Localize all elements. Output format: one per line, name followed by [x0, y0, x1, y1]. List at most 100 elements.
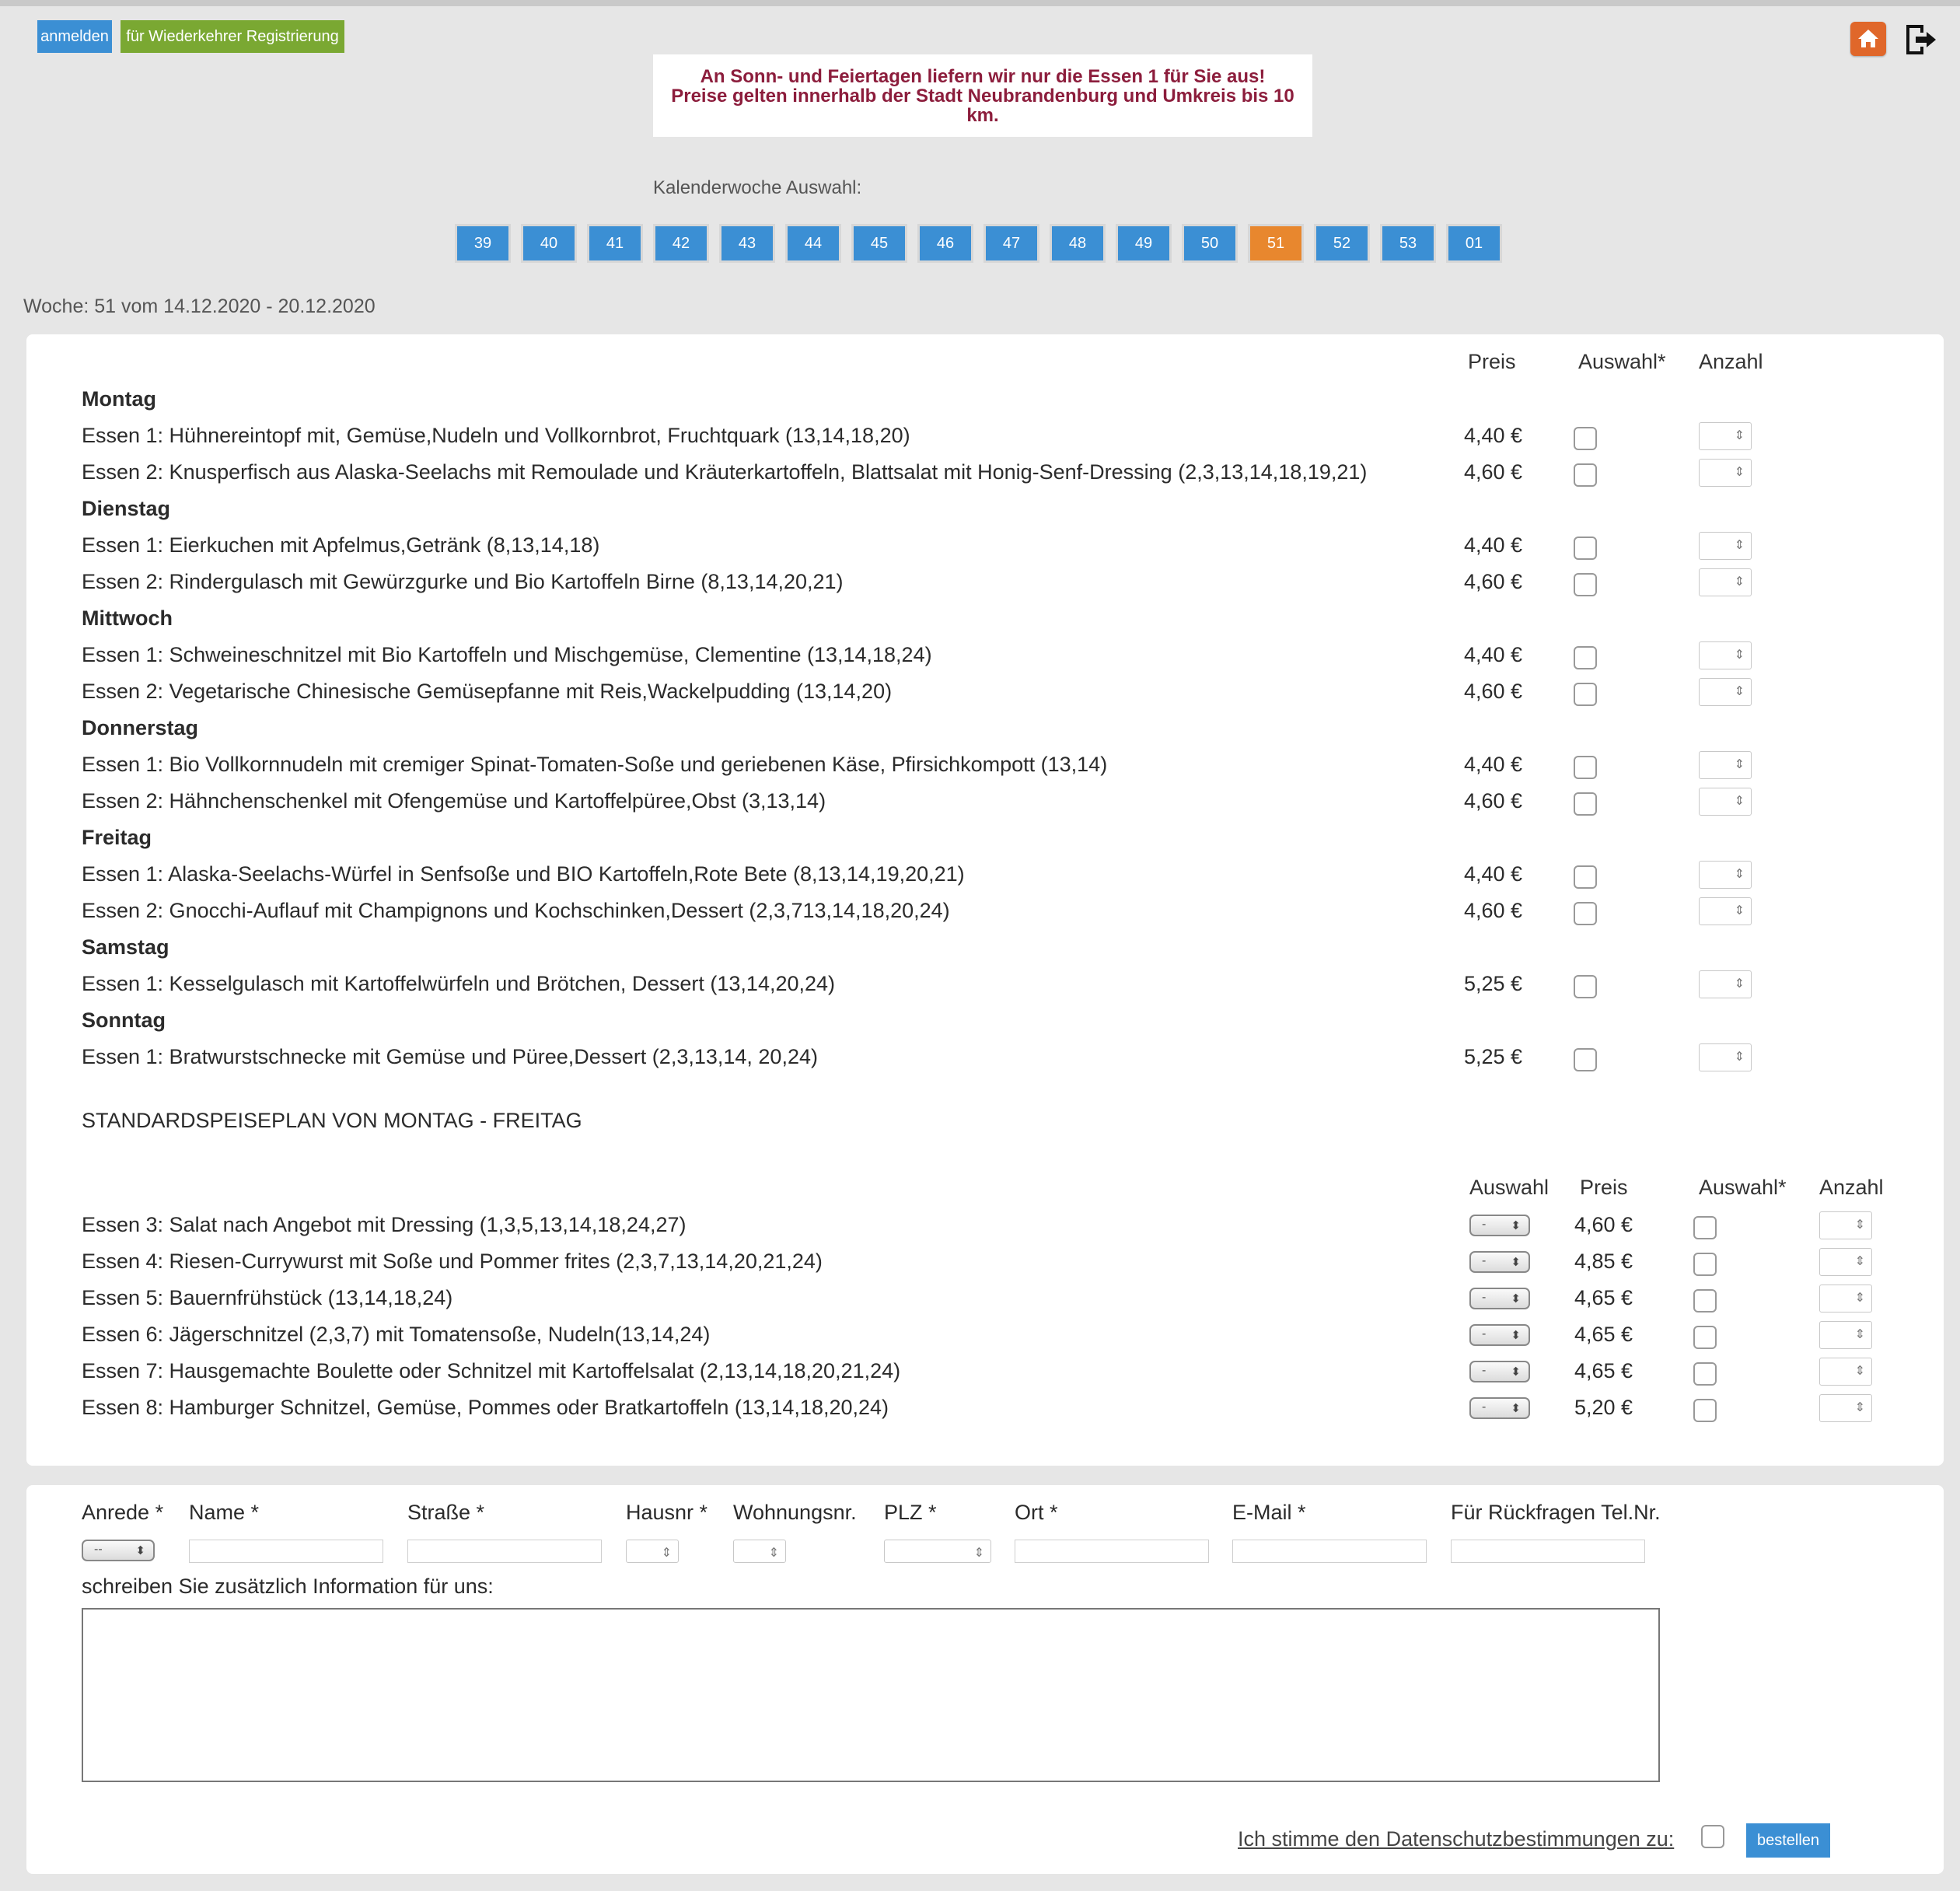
- tel-field[interactable]: [1451, 1540, 1645, 1563]
- standard-meal-description: Essen 7: Hausgemachte Boulette oder Schn…: [82, 1359, 901, 1382]
- week-button-51[interactable]: 51: [1250, 226, 1301, 260]
- ort-label: Ort *: [1015, 1501, 1058, 1524]
- meal-select-checkbox[interactable]: [1574, 902, 1597, 925]
- info-textarea[interactable]: [82, 1608, 1660, 1782]
- day-heading: Samstag: [82, 935, 169, 959]
- hausnr-field[interactable]: [626, 1540, 679, 1563]
- meal-quantity-stepper[interactable]: [1699, 422, 1752, 450]
- meal-description: Essen 2: Gnocchi-Auflauf mit Champignons…: [82, 899, 950, 922]
- standard-meal-price: 4,65 €: [1574, 1286, 1633, 1309]
- meal-price: 4,60 €: [1464, 680, 1523, 703]
- meal-description: Essen 1: Schweineschnitzel mit Bio Karto…: [82, 643, 932, 666]
- anrede-select[interactable]: --: [82, 1540, 155, 1561]
- standard-meal-quantity-stepper[interactable]: [1819, 1358, 1872, 1386]
- home-icon[interactable]: [1850, 22, 1886, 56]
- standard-meal-checkbox[interactable]: [1693, 1362, 1717, 1386]
- meal-price: 4,60 €: [1464, 899, 1523, 922]
- privacy-link[interactable]: Ich stimme den Datenschutzbestimmungen z…: [1238, 1827, 1674, 1851]
- week-button-50[interactable]: 50: [1184, 226, 1235, 260]
- week-button-41[interactable]: 41: [589, 226, 641, 260]
- week-button-52[interactable]: 52: [1316, 226, 1368, 260]
- week-button-44[interactable]: 44: [788, 226, 839, 260]
- name-field[interactable]: [189, 1540, 383, 1563]
- week-button-39[interactable]: 39: [457, 226, 508, 260]
- email-label: E-Mail *: [1232, 1501, 1306, 1524]
- standard-meal-checkbox[interactable]: [1693, 1399, 1717, 1422]
- meal-description: Essen 1: Hühnereintopf mit, Gemüse,Nudel…: [82, 424, 910, 447]
- week-button-47[interactable]: 47: [986, 226, 1037, 260]
- meal-description: Essen 2: Rindergulasch mit Gewürzgurke u…: [82, 570, 844, 593]
- standard-meal-variant-select[interactable]: -: [1469, 1215, 1530, 1236]
- login-button[interactable]: anmelden: [37, 20, 112, 53]
- meal-select-checkbox[interactable]: [1574, 683, 1597, 706]
- standard-meal-checkbox[interactable]: [1693, 1253, 1717, 1276]
- standard-meal-variant-select[interactable]: -: [1469, 1397, 1530, 1419]
- meal-quantity-stepper[interactable]: [1699, 1043, 1752, 1071]
- week-button-49[interactable]: 49: [1118, 226, 1169, 260]
- week-button-40[interactable]: 40: [523, 226, 575, 260]
- week-button-53[interactable]: 53: [1382, 226, 1434, 260]
- logout-icon[interactable]: [1903, 22, 1939, 58]
- meal-select-checkbox[interactable]: [1574, 975, 1597, 998]
- meal-select-checkbox[interactable]: [1574, 463, 1597, 487]
- meal-quantity-stepper[interactable]: [1699, 641, 1752, 669]
- week-button-43[interactable]: 43: [721, 226, 773, 260]
- meal-select-checkbox[interactable]: [1574, 427, 1597, 450]
- strasse-field[interactable]: [407, 1540, 602, 1563]
- register-button[interactable]: für Wiederkehrer Registrierung: [121, 20, 344, 53]
- anrede-label: Anrede *: [82, 1501, 164, 1524]
- meal-price: 4,40 €: [1464, 643, 1523, 666]
- meal-select-checkbox[interactable]: [1574, 865, 1597, 889]
- meal-select-checkbox[interactable]: [1574, 1048, 1597, 1071]
- standard-meal-variant-select[interactable]: -: [1469, 1288, 1530, 1309]
- notice-line-2: Preise gelten innerhalb der Stadt Neubra…: [671, 86, 1294, 107]
- standard-meal-variant-select[interactable]: -: [1469, 1251, 1530, 1273]
- std-header-preis: Preis: [1580, 1176, 1628, 1199]
- meal-price: 4,40 €: [1464, 533, 1523, 557]
- header-preis: Preis: [1468, 350, 1516, 373]
- standard-meal-quantity-stepper[interactable]: [1819, 1394, 1872, 1422]
- standard-meal-checkbox[interactable]: [1693, 1326, 1717, 1349]
- week-button-48[interactable]: 48: [1052, 226, 1103, 260]
- meal-price: 4,60 €: [1464, 570, 1523, 593]
- meal-quantity-stepper[interactable]: [1699, 970, 1752, 998]
- privacy-checkbox[interactable]: [1701, 1825, 1724, 1848]
- meal-quantity-stepper[interactable]: [1699, 788, 1752, 816]
- meal-price: 4,40 €: [1464, 862, 1523, 886]
- meal-select-checkbox[interactable]: [1574, 756, 1597, 779]
- meal-select-checkbox[interactable]: [1574, 573, 1597, 596]
- standard-meal-quantity-stepper[interactable]: [1819, 1285, 1872, 1313]
- meal-quantity-stepper[interactable]: [1699, 751, 1752, 779]
- meal-select-checkbox[interactable]: [1574, 792, 1597, 816]
- week-button-45[interactable]: 45: [854, 226, 905, 260]
- standard-meal-variant-select[interactable]: -: [1469, 1324, 1530, 1346]
- standard-meal-quantity-stepper[interactable]: [1819, 1211, 1872, 1239]
- wohnungsnr-field[interactable]: [733, 1540, 786, 1563]
- week-button-46[interactable]: 46: [920, 226, 971, 260]
- standard-meal-checkbox[interactable]: [1693, 1216, 1717, 1239]
- meal-quantity-stepper[interactable]: [1699, 897, 1752, 925]
- meal-quantity-stepper[interactable]: [1699, 459, 1752, 487]
- meal-quantity-stepper[interactable]: [1699, 678, 1752, 706]
- order-button[interactable]: bestellen: [1746, 1823, 1830, 1858]
- meal-price: 4,40 €: [1464, 753, 1523, 776]
- standard-meal-variant-select[interactable]: -: [1469, 1361, 1530, 1382]
- meal-select-checkbox[interactable]: [1574, 646, 1597, 669]
- delivery-notice: An Sonn- und Feiertagen liefern wir nur …: [653, 54, 1312, 137]
- standard-meal-description: Essen 4: Riesen-Currywurst mit Soße und …: [82, 1250, 823, 1273]
- plz-field[interactable]: [884, 1540, 991, 1563]
- meal-quantity-stepper[interactable]: [1699, 532, 1752, 560]
- meal-quantity-stepper[interactable]: [1699, 861, 1752, 889]
- standard-meal-quantity-stepper[interactable]: [1819, 1248, 1872, 1276]
- meal-description: Essen 1: Kesselgulasch mit Kartoffelwürf…: [82, 972, 836, 995]
- week-button-42[interactable]: 42: [655, 226, 707, 260]
- week-button-01[interactable]: 01: [1448, 226, 1500, 260]
- meal-description: Essen 1: Eierkuchen mit Apfelmus,Getränk…: [82, 533, 600, 557]
- ort-field[interactable]: [1015, 1540, 1209, 1563]
- standard-meal-checkbox[interactable]: [1693, 1289, 1717, 1313]
- meal-description: Essen 1: Alaska-Seelachs-Würfel in Senfs…: [82, 862, 965, 886]
- standard-meal-quantity-stepper[interactable]: [1819, 1321, 1872, 1349]
- email-field[interactable]: [1232, 1540, 1427, 1563]
- meal-select-checkbox[interactable]: [1574, 537, 1597, 560]
- meal-quantity-stepper[interactable]: [1699, 568, 1752, 596]
